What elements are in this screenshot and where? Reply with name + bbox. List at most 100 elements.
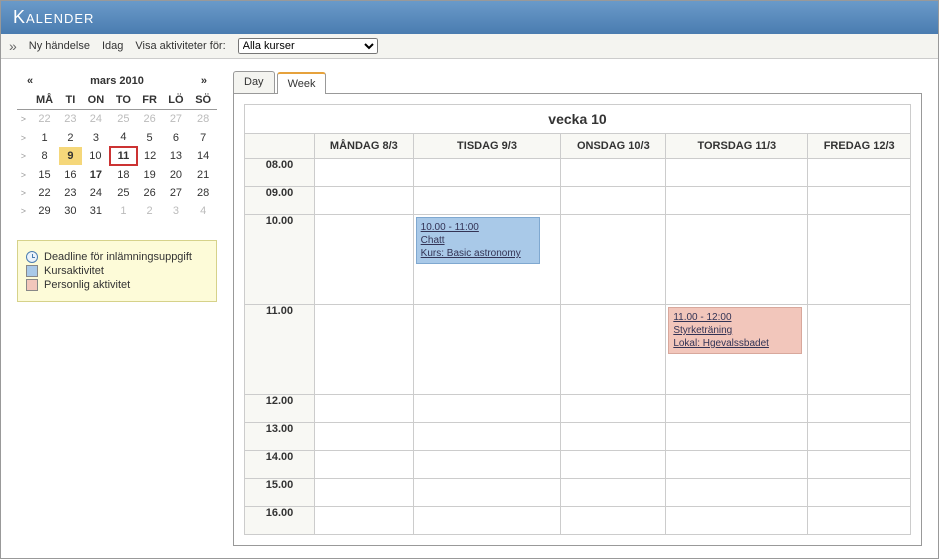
time-cell[interactable] bbox=[315, 159, 414, 187]
tab-week[interactable]: Week bbox=[277, 72, 327, 94]
time-cell[interactable] bbox=[315, 479, 414, 507]
mini-day[interactable]: 3 bbox=[82, 128, 110, 147]
time-cell[interactable] bbox=[808, 479, 911, 507]
mini-day[interactable]: 23 bbox=[59, 184, 82, 202]
mini-day[interactable]: 16 bbox=[59, 165, 82, 184]
mini-day[interactable]: 18 bbox=[110, 165, 136, 184]
time-cell[interactable] bbox=[413, 395, 561, 423]
mini-day[interactable]: 11 bbox=[110, 147, 136, 165]
mini-day[interactable]: 9 bbox=[59, 147, 82, 165]
mini-day[interactable]: 19 bbox=[137, 165, 163, 184]
time-cell[interactable] bbox=[666, 159, 808, 187]
week-link[interactable]: > bbox=[17, 165, 30, 184]
time-cell[interactable]: 11.00 - 12:00 Styrketräning Lokal: Hgeva… bbox=[666, 305, 808, 395]
mini-day[interactable]: 1 bbox=[30, 128, 59, 147]
today-link[interactable]: Idag bbox=[102, 40, 123, 52]
time-cell[interactable] bbox=[666, 451, 808, 479]
mini-day[interactable]: 25 bbox=[110, 184, 136, 202]
event-personal[interactable]: 11.00 - 12:00 Styrketräning Lokal: Hgeva… bbox=[668, 307, 802, 354]
mini-day[interactable]: 17 bbox=[82, 165, 110, 184]
time-cell[interactable] bbox=[315, 423, 414, 451]
mini-day[interactable]: 2 bbox=[59, 128, 82, 147]
time-cell[interactable] bbox=[413, 187, 561, 215]
time-cell[interactable] bbox=[315, 215, 414, 305]
mini-day[interactable]: 4 bbox=[189, 202, 217, 220]
mini-day[interactable]: 28 bbox=[189, 184, 217, 202]
time-cell[interactable] bbox=[413, 423, 561, 451]
time-cell[interactable] bbox=[561, 159, 666, 187]
time-cell[interactable] bbox=[413, 507, 561, 535]
week-link[interactable]: > bbox=[17, 147, 30, 165]
time-cell[interactable] bbox=[666, 395, 808, 423]
time-cell[interactable] bbox=[808, 451, 911, 479]
mini-day[interactable]: 8 bbox=[30, 147, 59, 165]
time-cell[interactable] bbox=[315, 187, 414, 215]
tab-day[interactable]: Day bbox=[233, 71, 275, 93]
mini-day[interactable]: 2 bbox=[137, 202, 163, 220]
time-cell[interactable] bbox=[808, 423, 911, 451]
week-link[interactable]: > bbox=[17, 202, 30, 220]
mini-day[interactable]: 31 bbox=[82, 202, 110, 220]
time-cell[interactable] bbox=[561, 187, 666, 215]
time-cell[interactable] bbox=[315, 451, 414, 479]
time-cell[interactable] bbox=[561, 305, 666, 395]
mini-day[interactable]: 6 bbox=[163, 128, 190, 147]
time-cell[interactable] bbox=[413, 159, 561, 187]
course-filter-select[interactable]: Alla kurser bbox=[238, 38, 378, 54]
time-cell[interactable] bbox=[666, 423, 808, 451]
time-cell[interactable] bbox=[666, 479, 808, 507]
mini-day[interactable]: 24 bbox=[82, 184, 110, 202]
time-cell[interactable] bbox=[315, 305, 414, 395]
time-cell[interactable] bbox=[561, 215, 666, 305]
time-cell[interactable] bbox=[808, 159, 911, 187]
time-cell[interactable] bbox=[561, 395, 666, 423]
mini-day[interactable]: 10 bbox=[82, 147, 110, 165]
time-cell[interactable] bbox=[808, 187, 911, 215]
new-event-link[interactable]: Ny händelse bbox=[29, 40, 90, 52]
time-cell[interactable] bbox=[413, 305, 561, 395]
mini-day[interactable]: 25 bbox=[110, 110, 136, 129]
mini-day[interactable]: 22 bbox=[30, 110, 59, 129]
mini-day[interactable]: 12 bbox=[137, 147, 163, 165]
mini-day[interactable]: 14 bbox=[189, 147, 217, 165]
mini-day[interactable]: 4 bbox=[110, 128, 136, 147]
time-cell[interactable] bbox=[666, 187, 808, 215]
mini-day[interactable]: 21 bbox=[189, 165, 217, 184]
time-cell[interactable] bbox=[561, 479, 666, 507]
mini-day[interactable]: 20 bbox=[163, 165, 190, 184]
time-cell[interactable] bbox=[413, 451, 561, 479]
week-link[interactable]: > bbox=[17, 110, 30, 129]
mini-day[interactable]: 22 bbox=[30, 184, 59, 202]
expand-sidebar-icon[interactable]: » bbox=[9, 38, 17, 54]
mini-day[interactable]: 5 bbox=[137, 128, 163, 147]
event-course[interactable]: 10.00 - 11:00 Chatt Kurs: Basic astronom… bbox=[416, 217, 541, 264]
time-cell[interactable] bbox=[808, 395, 911, 423]
mini-day[interactable]: 23 bbox=[59, 110, 82, 129]
time-cell[interactable] bbox=[666, 507, 808, 535]
mini-day[interactable]: 30 bbox=[59, 202, 82, 220]
time-cell[interactable] bbox=[561, 451, 666, 479]
prev-month-button[interactable]: « bbox=[27, 75, 33, 87]
time-cell[interactable] bbox=[561, 507, 666, 535]
mini-day[interactable]: 3 bbox=[163, 202, 190, 220]
week-link[interactable]: > bbox=[17, 184, 30, 202]
time-cell[interactable] bbox=[808, 215, 911, 305]
time-cell[interactable] bbox=[413, 479, 561, 507]
mini-day[interactable]: 27 bbox=[163, 184, 190, 202]
next-month-button[interactable]: » bbox=[201, 75, 207, 87]
mini-day[interactable]: 15 bbox=[30, 165, 59, 184]
time-cell[interactable] bbox=[808, 305, 911, 395]
time-cell[interactable] bbox=[666, 215, 808, 305]
time-cell[interactable] bbox=[315, 507, 414, 535]
mini-day[interactable]: 1 bbox=[110, 202, 136, 220]
time-cell[interactable] bbox=[315, 395, 414, 423]
mini-day[interactable]: 26 bbox=[137, 110, 163, 129]
mini-day[interactable]: 27 bbox=[163, 110, 190, 129]
week-link[interactable]: > bbox=[17, 128, 30, 147]
mini-day[interactable]: 24 bbox=[82, 110, 110, 129]
time-cell[interactable] bbox=[561, 423, 666, 451]
time-cell[interactable] bbox=[808, 507, 911, 535]
mini-day[interactable]: 29 bbox=[30, 202, 59, 220]
mini-day[interactable]: 13 bbox=[163, 147, 190, 165]
mini-day[interactable]: 28 bbox=[189, 110, 217, 129]
